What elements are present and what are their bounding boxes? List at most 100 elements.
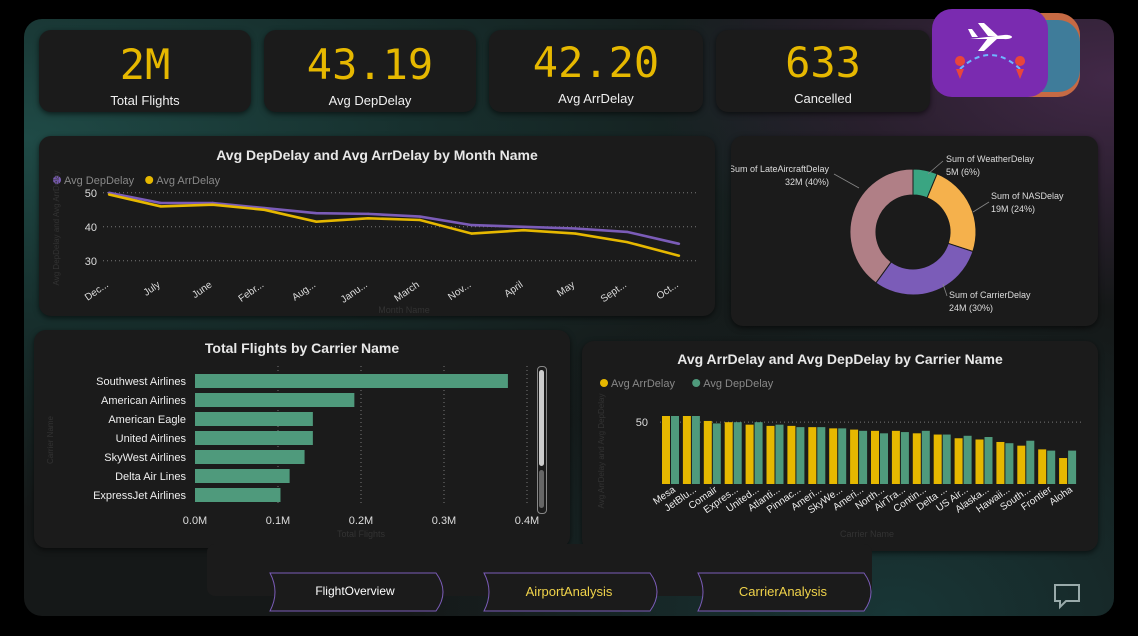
data-point	[418, 215, 422, 218]
kpi-label: Cancelled	[794, 91, 852, 106]
data-point	[625, 230, 629, 234]
bar	[195, 450, 305, 464]
bar-avg-depdelay	[859, 430, 868, 484]
bar	[195, 488, 281, 502]
hbar-chart-card: Total Flights by Carrier Name 0.0M 0.1M 0.…	[34, 330, 570, 548]
bar-avg-arrdelay	[996, 441, 1005, 484]
data-point	[522, 225, 525, 228]
kpi-label: Total Flights	[110, 93, 180, 108]
leader-line	[833, 173, 860, 189]
nav-label: AirportAnalysis	[525, 584, 613, 599]
slice-value-label: 5M (6%)	[946, 167, 980, 177]
x-tick-label: 0.0M	[183, 515, 207, 527]
x-tick-label: Aug...	[290, 279, 318, 303]
y-tick-label: American Eagle	[108, 414, 186, 426]
data-point	[677, 242, 681, 245]
slice-category-label: Sum of CarrierDelay	[949, 290, 1031, 300]
grouped-bar-chart-card: Avg ArrDelay and Avg DepDelay by Carrier…	[582, 341, 1098, 551]
x-tick-label: June	[190, 279, 214, 301]
bar-avg-depdelay	[754, 422, 763, 484]
x-tick-label: Sept...	[599, 279, 629, 305]
x-tick-label: Janu...	[339, 279, 370, 305]
data-point	[366, 217, 370, 220]
donut-chart-card: Sum of LateAircraftDelay 32M (40%) Sum of …	[731, 136, 1098, 326]
bar-avg-arrdelay	[871, 430, 879, 484]
x-tick-label: Nov...	[446, 279, 473, 303]
leader-line	[927, 160, 944, 175]
bar-avg-arrdelay	[1038, 449, 1047, 484]
x-tick-label: 0.3M	[432, 515, 456, 527]
donut-slice	[875, 242, 974, 296]
comment-icon[interactable]	[1052, 582, 1082, 610]
data-point	[574, 232, 577, 235]
bar-avg-depdelay	[1047, 450, 1056, 484]
bar-avg-depdelay	[1005, 443, 1014, 484]
bar-avg-depdelay	[775, 424, 784, 484]
line-chart: Avg DepDelay Avg ArrDelay 30 40 50 Avg DepDel…	[52, 171, 699, 315]
donut-slice	[926, 173, 977, 253]
bar-avg-depdelay	[942, 434, 951, 484]
scrollbar-thumb[interactable]	[539, 370, 544, 466]
bar-avg-arrdelay	[766, 425, 775, 484]
data-point	[159, 201, 163, 205]
x-axis-label: Total Flights	[337, 529, 386, 539]
kpi-total-flights-card: 2M Total Flights	[39, 30, 251, 112]
x-tick-label: March	[393, 279, 422, 304]
kpi-label: Avg DepDelay	[328, 93, 412, 108]
bar-avg-arrdelay	[975, 439, 984, 484]
x-tick-label: 0.1M	[266, 515, 290, 527]
bar-avg-arrdelay	[682, 416, 691, 484]
nav-label: FlightOverview	[315, 584, 395, 598]
nav-flight-overview-button[interactable]: FlightOverview	[260, 572, 450, 612]
bar-avg-arrdelay	[1017, 445, 1026, 484]
y-tick-label: 30	[85, 256, 97, 268]
bar-avg-arrdelay	[724, 422, 733, 484]
y-tick-label: Southwest Airlines	[96, 376, 186, 388]
bar-avg-arrdelay	[933, 434, 942, 484]
donut-slice	[849, 168, 914, 284]
x-tick-label: May	[555, 279, 577, 299]
bar-avg-arrdelay	[745, 424, 754, 484]
kpi-value: 2M	[119, 40, 171, 89]
legend-label: Avg DepDelay	[703, 378, 774, 390]
kpi-value: 43.19	[306, 40, 434, 89]
x-tick-label: 0.4M	[515, 515, 539, 527]
nav-label: CarrierAnalysis	[738, 584, 828, 599]
y-axis-label: Avg ArrDelay and Avg DepDelay	[597, 394, 606, 509]
y-tick-label: American Airlines	[101, 395, 186, 407]
legend-label: Avg DepDelay	[64, 175, 135, 187]
x-tick-label: 0.2M	[349, 515, 373, 527]
bar	[195, 469, 290, 483]
x-tick-label: July	[142, 279, 163, 298]
y-tick-label: 40	[85, 222, 97, 234]
bar-avg-depdelay	[900, 432, 909, 484]
kpi-value: 633	[785, 38, 861, 87]
slice-value-label: 24M (30%)	[949, 303, 993, 313]
slice-value-label: 19M (24%)	[991, 204, 1035, 214]
data-point	[574, 227, 577, 230]
grouped-bar-chart: Avg ArrDelay Avg DepDelay50MesaJetBlu...C…	[597, 378, 1082, 539]
bar	[195, 412, 313, 426]
bar-avg-depdelay	[671, 416, 679, 484]
legend-label: Avg ArrDelay	[156, 175, 220, 187]
data-point	[522, 229, 525, 232]
x-tick-label: Febr...	[237, 279, 267, 304]
leader-line	[972, 201, 990, 213]
data-point	[211, 203, 214, 206]
hbar-chart: 0.0M 0.1M 0.2M 0.3M 0.4M Southwest Airlines Am…	[46, 366, 539, 539]
bar-avg-arrdelay	[850, 429, 859, 484]
line-chart-card: Avg DepDelay and Avg ArrDelay by Month N…	[39, 136, 715, 316]
y-axis-label: Carrier Name	[46, 415, 55, 464]
x-tick-label: Dec...	[83, 279, 111, 303]
bar-avg-depdelay	[691, 416, 700, 484]
y-tick-label: United Airlines	[116, 433, 187, 445]
bar-avg-arrdelay	[954, 438, 963, 484]
data-point	[315, 212, 318, 215]
bar-avg-depdelay	[796, 427, 805, 484]
nav-airport-analysis-button[interactable]: AirportAnalysis	[474, 572, 664, 612]
bar-avg-depdelay	[838, 428, 847, 484]
x-tick-label: Oct...	[655, 279, 681, 302]
slice-category-label: Sum of LateAircraftDelay	[731, 164, 829, 174]
nav-carrier-analysis-button[interactable]: CarrierAnalysis	[688, 572, 878, 612]
bar-avg-arrdelay	[829, 428, 838, 484]
